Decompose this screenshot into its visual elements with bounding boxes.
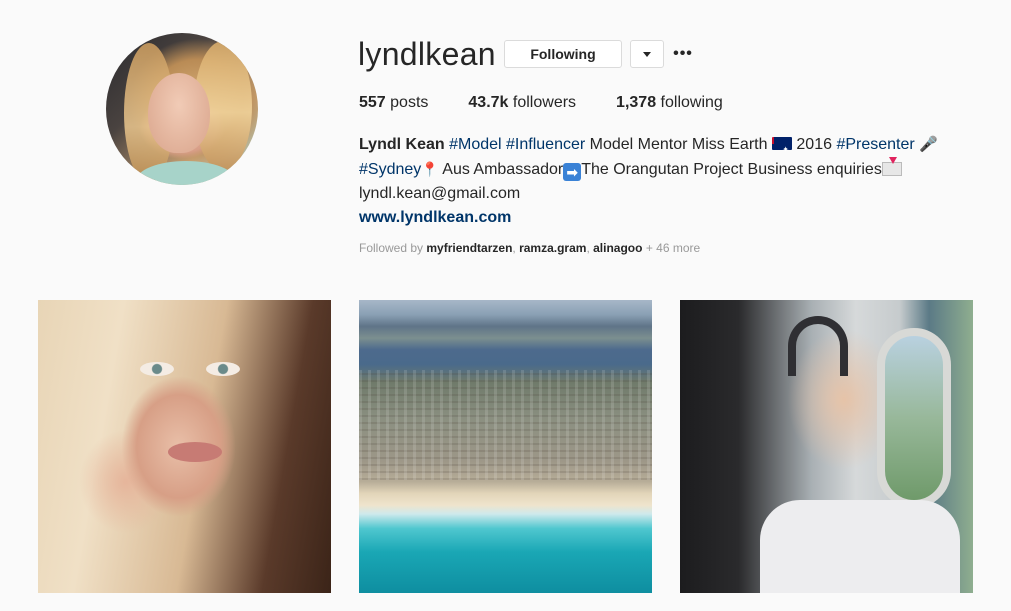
bio-line-1: Lyndl Kean #Model #Influencer Model Ment… (359, 133, 959, 162)
posts-label: posts (390, 94, 429, 111)
profile-page: lyndlkean Following ••• 557 posts 43.7k … (0, 0, 1011, 611)
followers-stat[interactable]: 43.7k followers (468, 93, 576, 113)
following-button[interactable]: Following (504, 40, 622, 68)
bio-line-2: #Sydney📍 Aus Ambassador ➡ The Orangutan Pr… (359, 157, 959, 182)
website-link[interactable]: www.lyndlkean.com (359, 209, 511, 226)
bio-text-4: The Orangutan Project Business enquiries (581, 161, 882, 178)
photo-1-eye-left (140, 362, 174, 376)
post-thumbnail-1[interactable] (38, 300, 331, 593)
followed-by: Followed by myfriendtarzen, ramza.gram, … (359, 241, 701, 255)
followers-label: followers (512, 94, 577, 111)
photo-1-eye-right (206, 362, 240, 376)
photo-3-headset (788, 316, 848, 376)
followed-by-prefix: Followed by (359, 241, 424, 255)
bio-text-2: 2016 (796, 136, 832, 153)
profile-username: lyndlkean (358, 36, 496, 72)
post-thumbnail-3[interactable] (680, 300, 973, 593)
right-arrow-icon: ➡ (563, 163, 582, 181)
chevron-down-icon (643, 51, 651, 57)
profile-avatar[interactable] (106, 33, 258, 185)
followed-by-user-1[interactable]: myfriendtarzen (426, 241, 512, 255)
more-options-button[interactable]: ••• (672, 40, 694, 68)
profile-bio: Lyndl Kean #Model #Influencer Model Ment… (359, 133, 959, 230)
hashtag-sydney[interactable]: #Sydney (359, 161, 421, 178)
following-count: 1,378 (616, 94, 657, 111)
photo-2-city (359, 370, 652, 480)
australia-flag-icon (771, 137, 792, 162)
profile-stats: 557 posts 43.7k followers 1,378 followin… (359, 93, 763, 113)
following-stat[interactable]: 1,378 following (616, 93, 723, 113)
microphone-icon: 🎤 (919, 136, 938, 153)
avatar-face (148, 73, 210, 153)
hashtag-influencer[interactable]: #Influencer (506, 136, 585, 153)
photo-1-lips (168, 442, 222, 462)
more-options-icon: ••• (673, 45, 693, 62)
bio-full-name: Lyndl Kean (359, 136, 445, 153)
round-pushpin-icon: 📍 (421, 161, 439, 177)
bio-text-3: Aus Ambassador (442, 161, 564, 178)
posts-stat: 557 posts (359, 93, 428, 113)
following-stat-label: following (660, 94, 723, 111)
post-thumbnail-2[interactable] (359, 300, 652, 593)
followed-by-user-2[interactable]: ramza.gram (519, 241, 586, 255)
followers-count: 43.7k (468, 94, 509, 111)
bio-text-1: Model Mentor Miss Earth (589, 136, 768, 153)
bio-email: lyndl.kean@gmail.com (359, 185, 521, 202)
posts-count: 557 (359, 94, 386, 111)
suggestions-dropdown-button[interactable] (630, 40, 664, 68)
hashtag-presenter[interactable]: #Presenter (836, 136, 914, 153)
photo-3-legs (760, 500, 960, 593)
followed-by-more[interactable]: + 46 more (646, 241, 700, 255)
bio-line-website: www.lyndlkean.com (359, 206, 959, 230)
photo-3-window (877, 328, 951, 508)
envelope-with-arrow-icon (881, 157, 902, 176)
followed-by-user-3[interactable]: alinagoo (593, 241, 642, 255)
hashtag-model[interactable]: #Model (449, 136, 501, 153)
